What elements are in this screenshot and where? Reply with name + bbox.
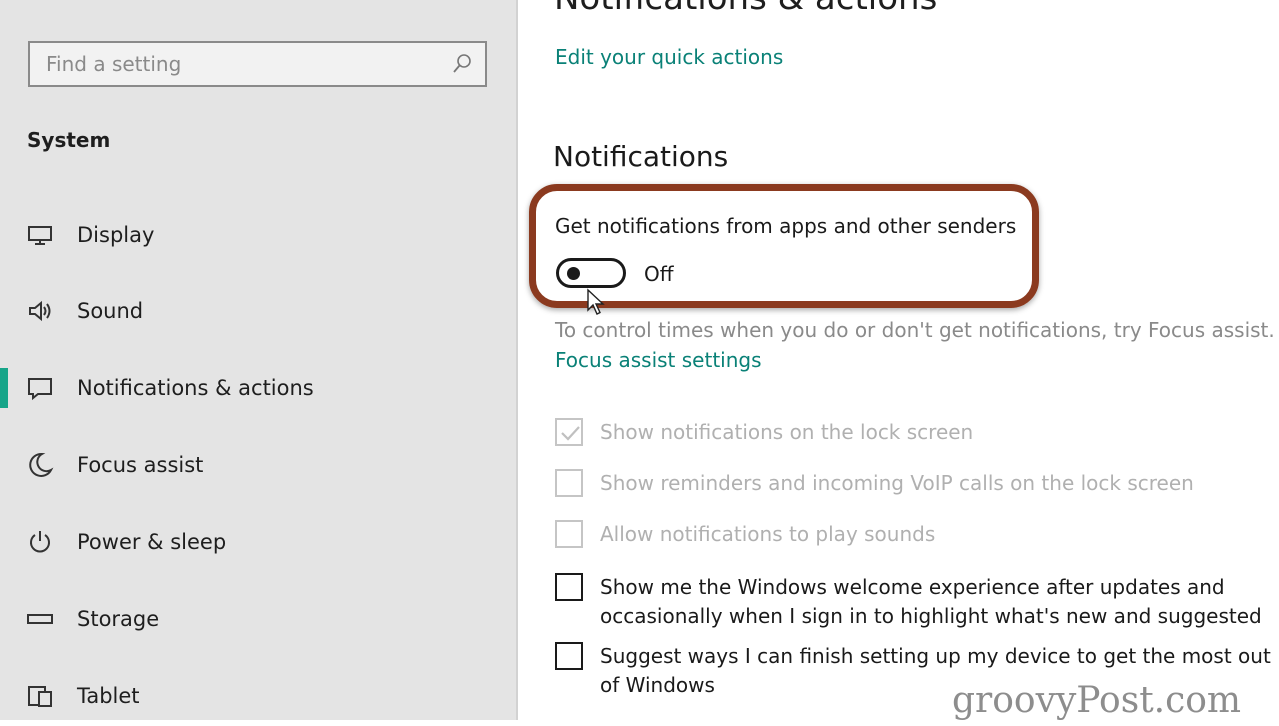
sidebar-item-tablet[interactable]: Tablet	[0, 666, 514, 726]
storage-icon	[26, 605, 54, 633]
checkbox-label: Allow notifications to play sounds	[600, 522, 936, 546]
monitor-icon	[26, 221, 54, 249]
play-sounds-checkbox[interactable]	[555, 520, 583, 548]
message-icon	[26, 374, 54, 402]
welcome-experience-checkbox[interactable]	[555, 573, 583, 601]
sidebar-item-label: Focus assist	[77, 453, 204, 477]
focus-assist-settings-link[interactable]: Focus assist settings	[555, 348, 762, 372]
mouse-cursor-icon	[587, 288, 605, 315]
watermark: groovyPost.com	[952, 680, 1242, 721]
speaker-icon	[26, 297, 54, 325]
sidebar-item-label: Display	[77, 223, 155, 247]
sidebar-item-label: Power & sleep	[77, 530, 227, 554]
lock-screen-checkbox[interactable]	[555, 418, 583, 446]
search-input[interactable]	[30, 43, 446, 85]
checkbox-label: Show me the Windows welcome experience a…	[600, 575, 1262, 628]
moon-icon	[26, 451, 54, 479]
active-indicator	[0, 368, 8, 408]
notifications-heading: Notifications	[553, 140, 729, 173]
voip-reminders-checkbox[interactable]	[555, 469, 583, 497]
sidebar-item-label: Storage	[77, 607, 160, 631]
suggest-setup-checkbox[interactable]	[555, 642, 583, 670]
sidebar-item-display[interactable]: Display	[0, 205, 514, 265]
tablet-icon	[26, 682, 54, 710]
sidebar-item-sound[interactable]: Sound	[0, 281, 514, 341]
checkbox-row-welcome: Show me the Windows welcome experience a…	[555, 573, 1279, 631]
notifications-toggle-label: Get notifications from apps and other se…	[555, 214, 1017, 238]
notifications-toggle[interactable]	[556, 258, 626, 288]
toggle-state-label: Off	[644, 262, 674, 286]
checkmark-icon	[561, 426, 580, 441]
edit-quick-actions-link[interactable]: Edit your quick actions	[555, 45, 783, 69]
checkbox-row-lock-screen: Show notifications on the lock screen	[555, 418, 1279, 447]
section-label-system: System	[27, 128, 111, 152]
settings-content: Notifications & actions Edit your quick …	[518, 0, 1279, 720]
sidebar-item-label: Sound	[77, 299, 144, 323]
checkbox-label: Show reminders and incoming VoIP calls o…	[600, 471, 1194, 495]
page-title: Notifications & actions	[554, 0, 937, 18]
search-box	[28, 41, 487, 87]
sidebar-item-label: Tablet	[77, 684, 140, 708]
sidebar-item-storage[interactable]: Storage	[0, 589, 514, 649]
settings-sidebar: System Display Sound Notifications & act…	[0, 0, 518, 720]
sidebar-item-focus-assist[interactable]: Focus assist	[0, 435, 514, 495]
checkbox-label: Show notifications on the lock screen	[600, 420, 974, 444]
checkbox-row-voip: Show reminders and incoming VoIP calls o…	[555, 469, 1279, 498]
sidebar-item-notifications[interactable]: Notifications & actions	[0, 358, 514, 418]
focus-assist-hint: To control times when you do or don't ge…	[555, 318, 1275, 342]
sidebar-item-power-sleep[interactable]: Power & sleep	[0, 512, 514, 572]
toggle-knob	[567, 267, 580, 280]
sidebar-item-label: Notifications & actions	[77, 376, 314, 400]
search-icon[interactable]	[451, 53, 473, 75]
checkbox-row-sounds: Allow notifications to play sounds	[555, 520, 1279, 549]
power-icon	[26, 528, 54, 556]
